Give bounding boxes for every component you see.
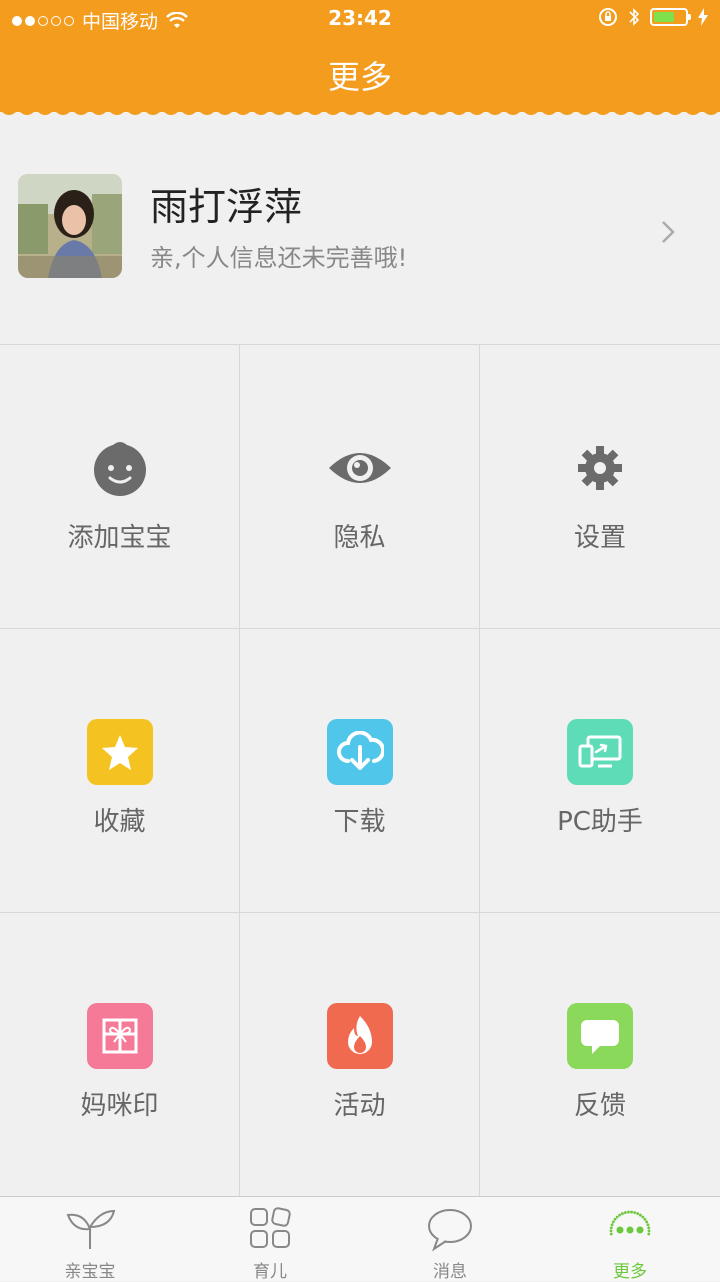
avatar[interactable] [18,174,122,278]
tab-more-label: 更多 [613,1262,647,1282]
tab-parenting-label: 育儿 [253,1262,287,1282]
feedback-button[interactable]: 反馈 [480,913,720,1197]
settings-button[interactable]: 设置 [480,345,720,629]
orientation-lock-icon [599,8,617,26]
page-title: 更多 [327,58,392,96]
chevron-right-icon [662,221,675,243]
bluetooth-icon [629,8,640,26]
charging-icon [698,8,708,26]
tab-baby[interactable]: 亲宝宝 [0,1197,180,1282]
gear-icon [567,435,633,501]
header-bar: 中国移动 23:42 更多 [0,0,720,112]
favorites-button[interactable]: 收藏 [0,629,240,913]
profile-hint: 亲,个人信息还未完善哦! [150,244,408,272]
battery-icon [650,8,691,26]
profile-row[interactable]: 雨打浮萍 亲,个人信息还未完善哦! [0,118,720,344]
feedback-label: 反馈 [573,1091,626,1121]
flame-icon [327,1003,393,1069]
more-dots-icon [609,1210,651,1236]
add-baby-button[interactable]: 添加宝宝 [0,345,240,629]
baby-face-icon [87,435,153,501]
tab-messages-label: 消息 [433,1262,467,1282]
sprout-icon [66,1209,116,1249]
message-bubble-icon [428,1209,472,1252]
user-name: 雨打浮萍 [150,185,303,229]
header-scallop-edge [0,106,720,115]
tab-parenting[interactable]: 育儿 [180,1197,360,1282]
tab-more[interactable]: 更多 [540,1197,720,1282]
cloud-download-icon [327,719,393,785]
tab-baby-label: 亲宝宝 [64,1262,116,1282]
star-icon [87,719,153,785]
mommy-print-button[interactable]: 妈咪印 [0,913,240,1197]
pc-assistant-label: PC助手 [557,807,643,837]
screen-sync-icon [567,719,633,785]
mommy-print-label: 妈咪印 [80,1091,159,1121]
gift-icon [87,1003,153,1069]
tab-messages[interactable]: 消息 [360,1197,540,1282]
privacy-label: 隐私 [333,523,386,553]
status-bar: 中国移动 23:42 [0,0,720,36]
chat-bubble-icon [567,1003,633,1069]
settings-label: 设置 [573,523,626,553]
eye-icon [327,435,393,501]
feature-grid: 添加宝宝 隐私 设置 收藏 下载 PC助手 妈咪印 活动 反馈 [0,344,720,1197]
privacy-button[interactable]: 隐私 [240,345,480,629]
download-label: 下载 [333,807,386,837]
grid-apps-icon [250,1207,291,1248]
activity-button[interactable]: 活动 [240,913,480,1197]
add-baby-label: 添加宝宝 [67,523,172,553]
favorites-label: 收藏 [93,807,146,837]
download-button[interactable]: 下载 [240,629,480,913]
pc-assistant-button[interactable]: PC助手 [480,629,720,913]
activity-label: 活动 [333,1091,386,1121]
tab-bar: 亲宝宝 育儿 消息 更多 [0,1196,720,1282]
